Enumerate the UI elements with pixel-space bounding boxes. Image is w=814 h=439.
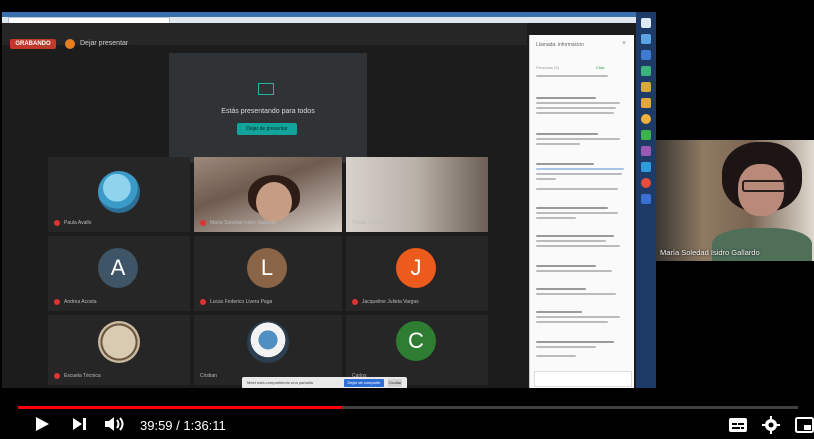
participant-avatar: C [396,321,436,361]
app-icon [641,130,651,140]
app-icon [641,98,651,108]
app-icon [641,50,651,60]
participant-tile: A Andrea Acosta [48,236,190,311]
share-notice-text: Meet está compartiendo una pantalla [247,380,313,385]
settings-gear-icon[interactable] [762,416,780,439]
stop-sharing-button: Dejar de compartir [344,379,384,387]
windows-start-icon [641,18,651,28]
mic-muted-icon [54,299,60,305]
glasses [742,180,786,192]
app-icon [641,194,651,204]
participant-avatar: A [98,248,138,288]
hide-notice-button: Ocultar [388,379,402,387]
presenting-message: Estás presentando para todos [221,108,315,115]
progress-played [18,406,342,409]
participant-avatar [247,321,289,363]
app-icon [641,34,651,44]
participant-tile: María Soledad Isidro Gallardo [194,157,342,232]
participant-avatar [98,321,140,363]
next-button[interactable] [72,417,88,436]
time-display: 39:59 / 1:36:11 [140,418,226,433]
tab-people: Personas (9) [536,65,559,70]
participant-name: Paula Avallo [64,220,92,226]
participant-tile: Cristian [194,315,342,385]
participant-tile: C Carlos [346,315,488,385]
folder-icon [641,82,651,92]
volume-icon[interactable] [104,416,126,437]
mic-muted-icon [352,299,358,305]
webcam-name-label: María Soledad Isidro Gallardo [660,248,760,257]
participant-avatar [98,171,140,213]
participant-tile: Paula Avallo [48,157,190,232]
windows-taskbar [636,12,656,388]
present-screen-icon [258,83,274,95]
stop-presenting-button: Dejar de presentar [237,123,297,135]
chat-panel: Llamada: informacion × Personas (9) Chat [529,35,634,388]
chrome-icon [641,114,651,124]
participant-tile: Tomás Cortés [346,157,488,232]
mic-muted-icon [54,220,60,226]
mic-muted-icon [200,299,206,305]
participant-name: Lucas Federico Livera Paga [210,299,273,305]
record-badge: GRABANDO [10,39,56,49]
chat-input [534,371,632,387]
chat-title: Llamada: informacion [536,42,584,48]
app-icon [641,178,651,188]
participant-avatar: J [396,248,436,288]
participant-name: Andrea Acosta [64,299,97,305]
presenting-panel: Estás presentando para todos Dejar de pr… [169,53,367,163]
stop-presenting-icon [65,39,75,49]
screen-share-notice: Meet está compartiendo una pantalla Deja… [242,377,407,388]
app-icon [641,66,651,76]
participant-tile: L Lucas Federico Livera Paga [194,236,342,311]
participant-name: Escuela Técnica [64,373,101,379]
presenter-webcam: María Soledad Isidro Gallardo [656,140,814,261]
play-button[interactable] [34,416,50,437]
shared-screen: GRABANDO Dejar presentar Estás presentan… [2,12,636,388]
participant-name: Tomás Cortés [352,220,383,226]
participant-tile: J Jacqueline Julieta Vargas [346,236,488,311]
app-icon [641,162,651,172]
mic-muted-icon [54,373,60,379]
tab-chat: Chat [596,65,605,70]
mic-muted-icon [200,220,206,226]
app-icon [641,146,651,156]
participant-tile: Escuela Técnica [48,315,190,385]
close-icon: × [622,40,627,47]
participant-avatar: L [247,248,287,288]
participant-name: Cristian [200,373,217,379]
participant-name: Jacqueline Julieta Vargas [362,299,419,305]
participant-name: María Soledad Isidro Gallardo [210,220,277,226]
stop-presenting-label: Dejar presentar [80,40,129,47]
